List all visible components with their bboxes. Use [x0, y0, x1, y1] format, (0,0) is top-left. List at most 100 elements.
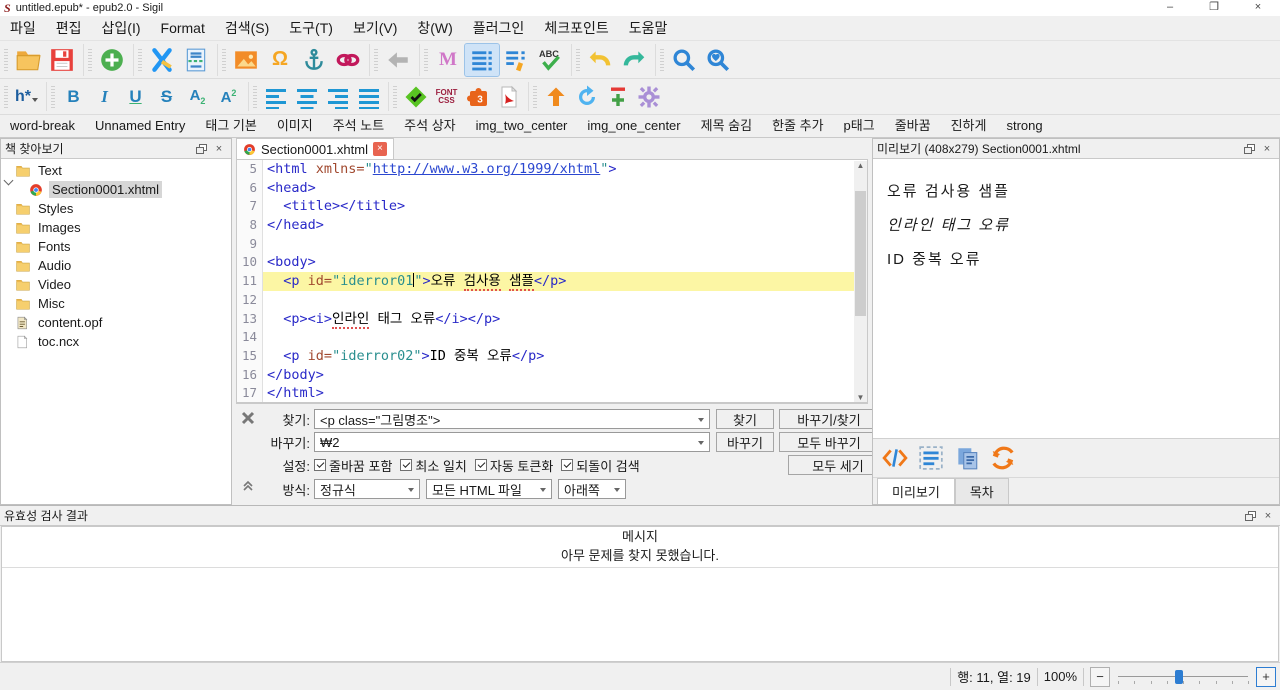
- preview-tab-inactive[interactable]: 목차: [954, 478, 1009, 504]
- undo-icon[interactable]: [583, 44, 617, 76]
- bold-icon[interactable]: B: [58, 82, 89, 111]
- zoom-slider[interactable]: [1118, 667, 1249, 687]
- anchor-icon[interactable]: [297, 44, 331, 76]
- option-checkbox-3[interactable]: 자동 토큰화: [474, 456, 553, 475]
- scroll-down-icon[interactable]: ▼: [854, 393, 867, 402]
- close-panel-icon[interactable]: ×: [211, 142, 227, 156]
- code-view-icon[interactable]: [464, 42, 500, 77]
- new-section-icon[interactable]: [95, 44, 129, 76]
- superscript-icon[interactable]: A2: [213, 82, 244, 111]
- align-right-icon[interactable]: [322, 82, 353, 111]
- direction-select[interactable]: 아래쪽: [558, 479, 626, 499]
- code-line-9[interactable]: 9: [237, 234, 867, 254]
- heading-select-icon[interactable]: h*: [11, 82, 42, 111]
- edit-toc-icon[interactable]: [499, 44, 533, 76]
- checkbox-checked-icon[interactable]: [474, 459, 487, 471]
- well-formed-check-icon[interactable]: [400, 82, 431, 111]
- clip-button-7[interactable]: img_two_center: [466, 115, 578, 137]
- metadata-editor-icon[interactable]: M: [431, 44, 465, 76]
- upload-icon[interactable]: [540, 82, 571, 111]
- code-line-6[interactable]: 6 <head>: [237, 178, 867, 198]
- restore-button[interactable]: ❐: [1192, 0, 1236, 16]
- menu-item-10[interactable]: 체크포인트: [534, 16, 618, 40]
- menu-item-6[interactable]: 도구(T): [279, 16, 343, 40]
- find-icon[interactable]: [667, 44, 701, 76]
- tab-close-icon[interactable]: ×: [372, 142, 387, 156]
- code-line-7[interactable]: 7 <title></title>: [237, 197, 867, 217]
- select-view-icon[interactable]: [917, 444, 945, 472]
- find-collapse-icon[interactable]: [242, 480, 256, 494]
- plugin-3-icon[interactable]: 3: [462, 82, 493, 111]
- refresh-preview-icon[interactable]: [989, 444, 1017, 472]
- zoom-out-button[interactable]: −: [1090, 666, 1110, 687]
- menu-item-9[interactable]: 플러그인: [463, 16, 535, 40]
- slider-handle[interactable]: [1175, 669, 1184, 684]
- save-icon[interactable]: [45, 44, 79, 76]
- font-css-icon[interactable]: FONT CSS: [431, 82, 462, 111]
- menu-item-5[interactable]: 검색(S): [215, 16, 279, 40]
- settings-gear-icon[interactable]: [633, 82, 664, 111]
- replace-find-button[interactable]: 바꾸기/찾기: [779, 409, 879, 429]
- find-button[interactable]: 찾기: [716, 409, 774, 429]
- scope-select[interactable]: 모든 HTML 파일: [426, 479, 552, 499]
- tree-item-text[interactable]: Text: [1, 161, 231, 180]
- scrollbar-thumb[interactable]: [855, 191, 866, 316]
- clip-button-4[interactable]: 이미지: [267, 115, 323, 137]
- pdf-plugin-icon[interactable]: [493, 82, 524, 111]
- tree-item-fonts[interactable]: Fonts: [1, 237, 231, 256]
- scroll-up-icon[interactable]: ▲: [854, 161, 867, 170]
- preview-tab-active[interactable]: 미리보기: [877, 478, 955, 504]
- redo-icon[interactable]: [617, 44, 651, 76]
- replace-button[interactable]: 바꾸기: [716, 432, 774, 452]
- float-panel-icon[interactable]: [193, 142, 209, 156]
- align-justify-icon[interactable]: [353, 82, 384, 111]
- align-center-icon[interactable]: [291, 82, 322, 111]
- underline-icon[interactable]: U: [120, 82, 151, 111]
- code-line-16[interactable]: 16 </body>: [237, 365, 867, 385]
- tree-item-video[interactable]: Video: [1, 275, 231, 294]
- code-line-11[interactable]: 11 <p id="iderror01">오류 검사용 샘플</p>: [237, 272, 867, 292]
- find-close-icon[interactable]: [240, 410, 258, 428]
- replace-all-button[interactable]: 모두 바꾸기: [779, 432, 879, 452]
- option-checkbox-1[interactable]: 줄바꿈 포함: [314, 456, 392, 475]
- align-left-icon[interactable]: [260, 82, 291, 111]
- clip-button-2[interactable]: Unnamed Entry: [85, 115, 195, 137]
- menu-item-2[interactable]: 편집: [46, 16, 92, 40]
- cut-x-icon[interactable]: [145, 44, 179, 76]
- checkbox-checked-icon[interactable]: [561, 459, 574, 471]
- tree-item-styles[interactable]: Styles: [1, 199, 231, 218]
- back-arrow-icon[interactable]: [381, 44, 415, 76]
- code-line-13[interactable]: 13 <p><i>인라인 태그 오류</i></p>: [237, 309, 867, 329]
- subscript-icon[interactable]: A2: [182, 82, 213, 111]
- clip-button-14[interactable]: strong: [996, 115, 1052, 137]
- clip-button-10[interactable]: 한줄 추가: [762, 115, 833, 137]
- split-section-icon[interactable]: [179, 44, 213, 76]
- code-line-10[interactable]: 10 <body>: [237, 253, 867, 273]
- menu-item-1[interactable]: 파일: [0, 16, 46, 40]
- clip-button-13[interactable]: 진하게: [941, 115, 997, 137]
- special-character-icon[interactable]: Ω: [263, 44, 297, 76]
- tree-item-content-opf[interactable]: content.opf: [1, 313, 231, 332]
- option-checkbox-4[interactable]: 되돌이 검색: [561, 456, 640, 475]
- menu-item-11[interactable]: 도움말: [619, 16, 678, 40]
- tree-item-audio[interactable]: Audio: [1, 256, 231, 275]
- open-folder-icon[interactable]: [11, 44, 45, 76]
- code-line-15[interactable]: 15 <p id="iderror02">ID 중복 오류</p>: [237, 346, 867, 366]
- menu-item-4[interactable]: Format: [151, 16, 215, 40]
- float-panel-icon[interactable]: [1242, 509, 1258, 523]
- italic-icon[interactable]: I: [89, 82, 120, 111]
- insert-image-icon[interactable]: [229, 44, 263, 76]
- replace-input[interactable]: ₩2: [314, 432, 710, 452]
- strikethrough-icon[interactable]: S: [151, 82, 182, 111]
- option-checkbox-2[interactable]: 최소 일치: [400, 456, 467, 475]
- clip-button-5[interactable]: 주석 노트: [323, 115, 394, 137]
- float-panel-icon[interactable]: [1241, 142, 1257, 156]
- close-panel-icon[interactable]: ×: [1259, 142, 1275, 156]
- clip-button-6[interactable]: 주석 상자: [394, 115, 465, 137]
- code-editor[interactable]: 5 <html xmlns="http://www.w3.org/1999/xht…: [236, 160, 868, 403]
- copy-view-icon[interactable]: [953, 444, 981, 472]
- add-remove-icon[interactable]: [602, 82, 633, 111]
- clip-button-11[interactable]: p태그: [834, 115, 885, 137]
- clip-button-3[interactable]: 태그 기본: [195, 115, 266, 137]
- code-line-5[interactable]: 5 <html xmlns="http://www.w3.org/1999/xht…: [237, 160, 867, 179]
